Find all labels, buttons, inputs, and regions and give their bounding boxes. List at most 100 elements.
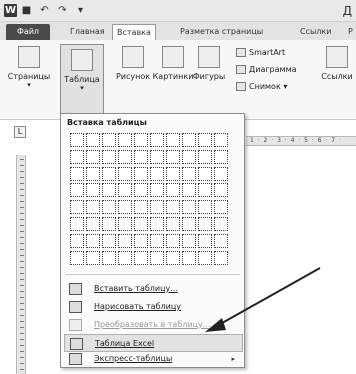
table-grid-cell[interactable]	[134, 183, 148, 198]
table-grid-cell[interactable]	[134, 166, 148, 181]
table-grid-cell[interactable]	[86, 183, 100, 198]
tab-page-layout[interactable]: Разметка страницы	[176, 24, 267, 40]
table-grid-cell[interactable]	[198, 149, 212, 164]
table-grid-cell[interactable]	[118, 166, 132, 181]
tab-file[interactable]: Файл	[6, 24, 50, 40]
table-grid-cell[interactable]	[102, 200, 116, 215]
table-grid-cell[interactable]	[150, 200, 164, 215]
table-grid-cell[interactable]	[198, 133, 212, 147]
table-grid-cell[interactable]	[182, 133, 196, 147]
table-grid-cell[interactable]	[198, 250, 212, 265]
table-grid-cell[interactable]	[118, 133, 132, 147]
table-grid-cell[interactable]	[166, 133, 180, 147]
table-grid-cell[interactable]	[118, 183, 132, 198]
table-grid-cell[interactable]	[134, 149, 148, 164]
table-grid-cell[interactable]	[118, 233, 132, 248]
table-grid-cell[interactable]	[166, 200, 180, 215]
redo-icon[interactable]: ↷	[56, 4, 69, 17]
insert-table-item[interactable]: Вставить таблицу...	[64, 280, 243, 298]
table-grid-cell[interactable]	[150, 250, 164, 265]
vertical-ruler[interactable]	[16, 155, 26, 374]
table-grid-cell[interactable]	[102, 250, 116, 265]
quick-tables-item[interactable]: Экспресс-таблицы ▸	[64, 350, 243, 368]
tab-review[interactable]: Р	[344, 24, 356, 40]
table-grid-cell[interactable]	[182, 166, 196, 181]
table-grid-cell[interactable]	[166, 149, 180, 164]
tab-home[interactable]: Главная	[66, 24, 109, 40]
table-grid-cell[interactable]	[70, 133, 84, 147]
table-grid-cell[interactable]	[118, 216, 132, 231]
table-grid-cell[interactable]	[214, 216, 228, 231]
tab-references[interactable]: Ссылки	[296, 24, 335, 40]
save-icon[interactable]: ■	[20, 4, 33, 17]
table-grid-cell[interactable]	[134, 233, 148, 248]
table-grid-cell[interactable]	[198, 166, 212, 181]
table-grid-cell[interactable]	[118, 149, 132, 164]
table-grid-cell[interactable]	[214, 183, 228, 198]
table-grid-cell[interactable]	[166, 233, 180, 248]
table-grid-cell[interactable]	[70, 233, 84, 248]
table-grid-cell[interactable]	[182, 183, 196, 198]
table-grid-cell[interactable]	[134, 133, 148, 147]
draw-table-item[interactable]: Нарисовать таблицу	[64, 298, 243, 316]
table-grid-cell[interactable]	[166, 216, 180, 231]
shapes-button[interactable]: Фигуры	[188, 46, 230, 81]
table-grid-cell[interactable]	[118, 250, 132, 265]
table-grid-cell[interactable]	[182, 149, 196, 164]
table-grid-cell[interactable]	[86, 216, 100, 231]
smartart-button[interactable]: SmartArt	[236, 48, 285, 57]
undo-icon[interactable]: ↶	[38, 4, 51, 17]
screenshot-button[interactable]: Снимок ▾	[236, 82, 287, 91]
table-grid-cell[interactable]	[214, 200, 228, 215]
table-grid-cell[interactable]	[182, 233, 196, 248]
table-grid-cell[interactable]	[102, 133, 116, 147]
table-size-grid[interactable]	[70, 133, 230, 268]
table-grid-cell[interactable]	[70, 216, 84, 231]
table-grid-cell[interactable]	[166, 250, 180, 265]
table-grid-cell[interactable]	[214, 250, 228, 265]
table-grid-cell[interactable]	[150, 149, 164, 164]
table-grid-cell[interactable]	[214, 166, 228, 181]
table-grid-cell[interactable]	[182, 216, 196, 231]
tab-insert[interactable]: Вставка	[112, 24, 156, 40]
table-grid-cell[interactable]	[86, 233, 100, 248]
table-grid-cell[interactable]	[166, 183, 180, 198]
table-grid-cell[interactable]	[150, 183, 164, 198]
table-grid-cell[interactable]	[150, 166, 164, 181]
table-grid-cell[interactable]	[214, 133, 228, 147]
horizontal-ruler[interactable]: 1 · 2 · 3 · 4 · 5 · 6 · 7 ·	[246, 136, 356, 146]
table-grid-cell[interactable]	[102, 233, 116, 248]
table-grid-cell[interactable]	[134, 216, 148, 231]
table-grid-cell[interactable]	[150, 233, 164, 248]
table-grid-cell[interactable]	[86, 149, 100, 164]
picture-button[interactable]: Рисунок	[112, 46, 154, 81]
customize-icon[interactable]: ▾	[74, 4, 87, 17]
chart-button[interactable]: Диаграмма	[236, 65, 297, 74]
table-grid-cell[interactable]	[102, 216, 116, 231]
table-grid-cell[interactable]	[86, 133, 100, 147]
table-button[interactable]: Таблица ▾	[60, 44, 104, 118]
table-grid-cell[interactable]	[70, 149, 84, 164]
table-grid-cell[interactable]	[86, 166, 100, 181]
pages-button[interactable]: Страницы ▾	[2, 46, 56, 89]
table-grid-cell[interactable]	[70, 250, 84, 265]
table-grid-cell[interactable]	[150, 216, 164, 231]
table-grid-cell[interactable]	[86, 250, 100, 265]
table-grid-cell[interactable]	[70, 200, 84, 215]
table-grid-cell[interactable]	[214, 233, 228, 248]
ruler-tab-selector[interactable]: L	[14, 126, 26, 138]
table-grid-cell[interactable]	[70, 183, 84, 198]
table-grid-cell[interactable]	[214, 149, 228, 164]
links-button[interactable]: Ссылки	[318, 46, 356, 81]
table-grid-cell[interactable]	[198, 183, 212, 198]
table-grid-cell[interactable]	[198, 200, 212, 215]
table-grid-cell[interactable]	[198, 233, 212, 248]
table-grid-cell[interactable]	[150, 133, 164, 147]
table-grid-cell[interactable]	[166, 166, 180, 181]
table-grid-cell[interactable]	[182, 200, 196, 215]
table-grid-cell[interactable]	[182, 250, 196, 265]
word-logo-icon[interactable]: W	[4, 4, 17, 17]
table-grid-cell[interactable]	[134, 250, 148, 265]
table-grid-cell[interactable]	[134, 200, 148, 215]
table-grid-cell[interactable]	[118, 200, 132, 215]
